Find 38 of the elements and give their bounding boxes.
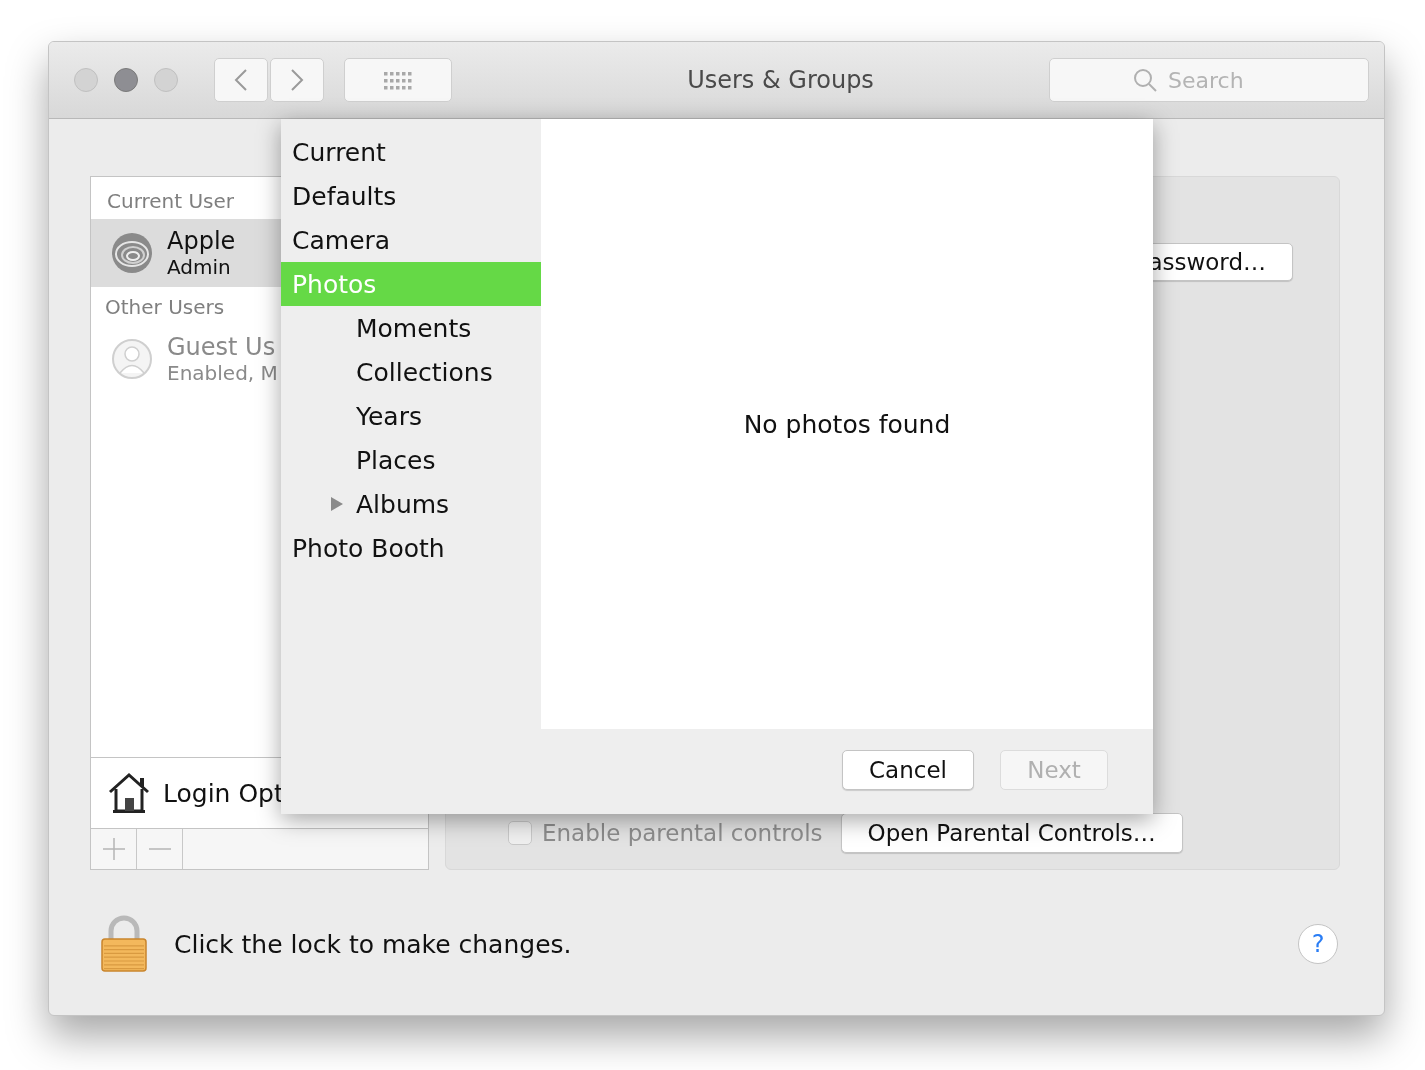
user-role: Admin — [167, 255, 232, 280]
minus-icon — [147, 847, 172, 851]
user-role: Enabled, M — [167, 361, 278, 386]
source-item[interactable]: Collections — [281, 350, 541, 394]
section-header: Current User — [106, 188, 236, 215]
source-item[interactable]: Moments — [281, 306, 541, 350]
lock-message: Click the lock to make changes. — [174, 929, 572, 959]
avatar-icon — [111, 338, 153, 380]
close-button[interactable] — [74, 68, 98, 92]
lock-icon — [100, 915, 148, 973]
section-header: Other Users — [104, 294, 226, 321]
open-parental-controls-button[interactable]: Open Parental Controls… — [840, 813, 1183, 853]
back-button[interactable] — [214, 58, 268, 102]
source-item[interactable]: Places — [281, 438, 541, 482]
search-field[interactable]: Search — [1049, 58, 1369, 102]
source-item[interactable]: Photo Booth — [281, 526, 541, 570]
source-item[interactable]: Years — [281, 394, 541, 438]
source-item[interactable]: Albums — [281, 482, 541, 526]
checkbox-label: Enable parental controls — [542, 820, 823, 846]
user-name: Guest Us — [167, 332, 277, 362]
house-icon — [107, 772, 151, 814]
source-item[interactable]: Current — [281, 130, 541, 174]
avatar-icon — [111, 232, 153, 274]
plus-icon — [101, 837, 126, 861]
forward-button[interactable] — [270, 58, 324, 102]
empty-message: No photos found — [743, 409, 951, 439]
show-all-button[interactable] — [344, 58, 452, 102]
help-button[interactable]: ? — [1298, 924, 1338, 964]
user-name: Apple — [167, 226, 236, 256]
disclosure-triangle-icon[interactable] — [330, 496, 344, 512]
grid-icon — [383, 70, 413, 90]
chevron-left-icon — [234, 68, 248, 92]
source-item[interactable]: Defaults — [281, 174, 541, 218]
dialog-button[interactable]: Cancel — [842, 749, 974, 790]
window-title: Users & Groups — [686, 66, 875, 94]
chevron-right-icon — [290, 68, 304, 92]
minimize-button[interactable] — [114, 68, 138, 92]
zoom-button[interactable] — [154, 68, 178, 92]
